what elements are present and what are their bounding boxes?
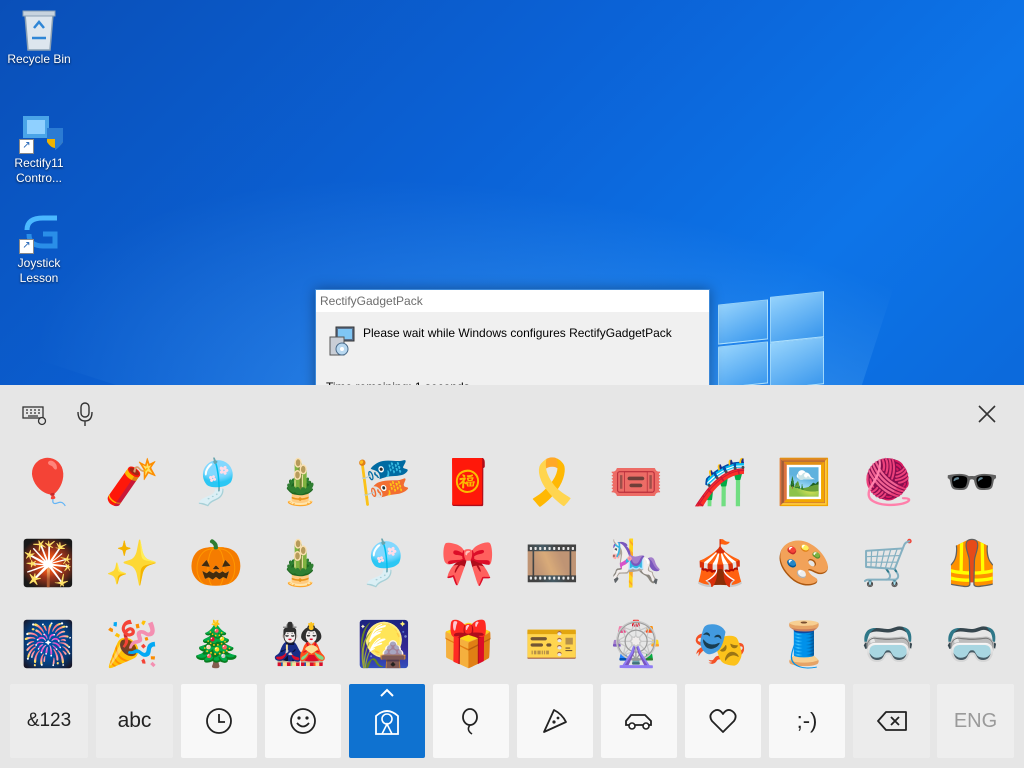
letters-key[interactable]: abc bbox=[96, 684, 173, 758]
celebration-icon bbox=[375, 710, 399, 735]
smiley-icon bbox=[290, 708, 316, 734]
emoji-key[interactable]: 🎏 bbox=[342, 443, 426, 523]
keyboard-settings-icon[interactable] bbox=[22, 404, 48, 426]
desktop-icon-label: Joystick Lesson bbox=[17, 256, 61, 285]
emoji-key[interactable]: 🧨 bbox=[90, 443, 174, 523]
pizza-icon bbox=[543, 709, 567, 733]
emoji-key[interactable]: 🎟️ bbox=[594, 443, 678, 523]
close-icon[interactable] bbox=[977, 404, 997, 424]
keyboard-category-bar: &123 abc ;-) ENG bbox=[0, 684, 1024, 758]
emoji-key[interactable]: 🎉 bbox=[90, 605, 174, 685]
emoji-key[interactable]: 🎡 bbox=[594, 605, 678, 685]
emoji-key[interactable]: 🧶 bbox=[846, 443, 930, 523]
backspace-icon bbox=[876, 711, 907, 731]
symbols-heart-tab[interactable] bbox=[685, 684, 761, 758]
emoji-key[interactable]: 🎨 bbox=[762, 524, 846, 604]
language-key[interactable]: ENG bbox=[937, 684, 1014, 758]
car-icon bbox=[625, 714, 652, 730]
shortcut-arrow-icon: ↗ bbox=[19, 139, 34, 154]
emoji-grid: 🎈 🧨 🎐 🎍 🎏 🧧 🎗️ 🎟️ 🎢 🖼️ 🧶 🕶️ 🎇 ✨ 🎃 🎍 🎐 🎀 … bbox=[0, 443, 1024, 681]
emoji-key[interactable]: 🎗️ bbox=[510, 443, 594, 523]
emoji-key[interactable]: 🎍 bbox=[258, 443, 342, 523]
emoji-key[interactable]: 🎁 bbox=[426, 605, 510, 685]
clock-icon bbox=[206, 708, 232, 734]
emoji-key[interactable]: 🥽 bbox=[846, 605, 930, 685]
windows-logo-wallpaper bbox=[718, 290, 824, 385]
backspace-key[interactable] bbox=[853, 684, 930, 758]
travel-tab[interactable] bbox=[601, 684, 677, 758]
dialog-message: Please wait while Windows configures Rec… bbox=[363, 326, 672, 340]
emoji-key[interactable]: 🛒 bbox=[846, 524, 930, 604]
shortcut-arrow-icon: ↗ bbox=[19, 239, 34, 254]
emoji-key[interactable]: 🎑 bbox=[342, 605, 426, 685]
desktop-icon-label: Recycle Bin bbox=[7, 52, 71, 66]
smileys-tab[interactable] bbox=[265, 684, 341, 758]
emoji-key[interactable]: 🎄 bbox=[174, 605, 258, 685]
emoji-key[interactable]: 🕶️ bbox=[930, 443, 1014, 523]
control-panel-shield-icon: ↗ bbox=[19, 112, 63, 154]
emoji-key[interactable]: 🎫 bbox=[510, 605, 594, 685]
recycle-bin-icon bbox=[19, 8, 59, 51]
emoji-key[interactable]: 🎐 bbox=[342, 524, 426, 604]
emoji-key[interactable]: 🧧 bbox=[426, 443, 510, 523]
symbols-key[interactable]: &123 bbox=[10, 684, 88, 758]
emoji-key[interactable]: 🎢 bbox=[678, 443, 762, 523]
objects-tab[interactable] bbox=[433, 684, 509, 758]
recent-emoji-tab[interactable] bbox=[181, 684, 257, 758]
desktop-icon-label: Rectify11 Contro... bbox=[14, 156, 64, 185]
emoji-key[interactable]: 🎞️ bbox=[510, 524, 594, 604]
emoji-key[interactable]: 🎈 bbox=[6, 443, 90, 523]
emoji-key[interactable]: 🎀 bbox=[426, 524, 510, 604]
touch-keyboard: 🎈 🧨 🎐 🎍 🎏 🧧 🎗️ 🎟️ 🎢 🖼️ 🧶 🕶️ 🎇 ✨ 🎃 🎍 🎐 🎀 … bbox=[0, 385, 1024, 768]
microphone-icon[interactable] bbox=[77, 401, 93, 427]
emoji-key[interactable]: 🎃 bbox=[174, 524, 258, 604]
desktop-icon-recycle-bin[interactable]: Recycle Bin bbox=[1, 8, 77, 67]
joystick-lesson-icon: ↗ bbox=[19, 212, 59, 254]
food-tab[interactable] bbox=[517, 684, 593, 758]
keyboard-toolbar bbox=[0, 385, 1024, 443]
emoji-key[interactable]: 🖼️ bbox=[762, 443, 846, 523]
emoji-key[interactable]: 🎐 bbox=[174, 443, 258, 523]
emoji-key[interactable]: ✨ bbox=[90, 524, 174, 604]
activities-tab-active[interactable] bbox=[349, 684, 425, 758]
heart-icon bbox=[709, 709, 737, 733]
desktop-icon-rectify11-control[interactable]: ↗ Rectify11 Contro... bbox=[1, 112, 77, 186]
emoji-key[interactable]: 🎎 bbox=[258, 605, 342, 685]
emoji-key[interactable]: 🎠 bbox=[594, 524, 678, 604]
emoji-key[interactable]: 🎍 bbox=[258, 524, 342, 604]
chevron-up-icon bbox=[380, 688, 394, 697]
dialog-title[interactable]: RectifyGadgetPack bbox=[316, 290, 709, 312]
emoji-key[interactable]: 🧵 bbox=[762, 605, 846, 685]
emoji-key[interactable]: 🎪 bbox=[678, 524, 762, 604]
emoji-key[interactable]: 🦺 bbox=[930, 524, 1014, 604]
emoji-key[interactable]: 🎭 bbox=[678, 605, 762, 685]
emoji-key[interactable]: 🎇 bbox=[6, 524, 90, 604]
emoticon-tab[interactable]: ;-) bbox=[769, 684, 845, 758]
desktop-icon-joystick-lesson[interactable]: ↗ Joystick Lesson bbox=[1, 212, 77, 286]
emoji-key[interactable]: 🎆 bbox=[6, 605, 90, 685]
balloon-icon bbox=[462, 708, 478, 735]
installer-icon bbox=[328, 325, 356, 356]
emoji-key[interactable]: 🥽 bbox=[930, 605, 1014, 685]
